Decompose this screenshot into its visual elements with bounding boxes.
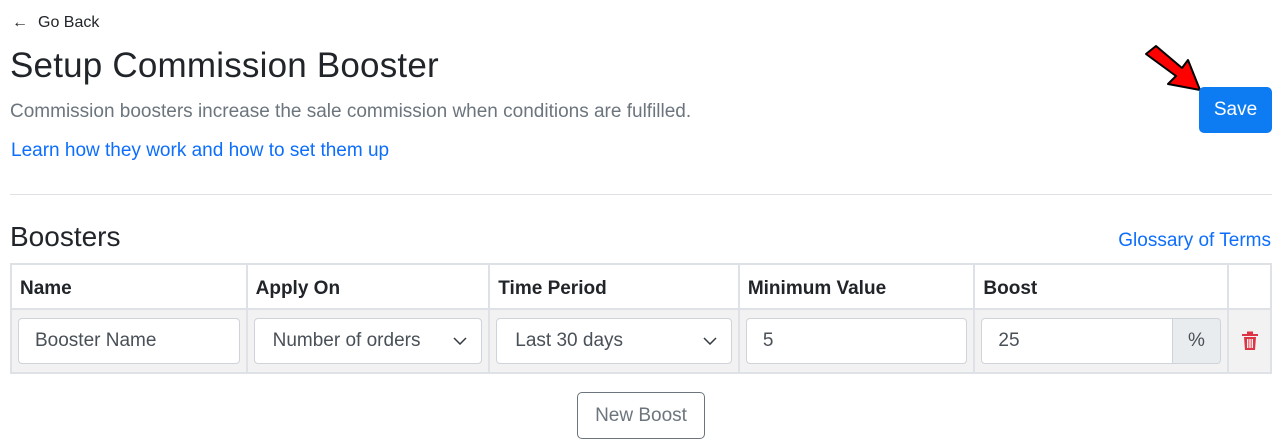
boost-input[interactable]: 25 bbox=[981, 318, 1173, 364]
boost-value-text: 25 bbox=[998, 330, 1020, 351]
go-back-label: Go Back bbox=[38, 14, 100, 31]
booster-name-input[interactable]: Booster Name bbox=[18, 318, 240, 364]
divider bbox=[10, 194, 1272, 195]
column-header-time-period: Time Period bbox=[488, 263, 740, 310]
minimum-value-text: 5 bbox=[762, 330, 774, 351]
red-arrow-icon bbox=[1145, 45, 1201, 91]
learn-more-link[interactable]: Learn how they work and how to set them … bbox=[11, 140, 389, 162]
percent-addon: % bbox=[1173, 318, 1221, 364]
table-row: Booster Name Number of orders Last 30 da… bbox=[10, 308, 1272, 374]
boost-input-group: 25 % bbox=[981, 318, 1221, 364]
section-title: Boosters bbox=[10, 221, 121, 252]
page-title: Setup Commission Booster bbox=[10, 46, 439, 85]
column-header-name: Name bbox=[10, 263, 248, 310]
apply-on-value: Number of orders bbox=[272, 330, 421, 351]
column-header-minimum-value: Minimum Value bbox=[737, 263, 976, 310]
booster-name-placeholder: Booster Name bbox=[35, 330, 157, 351]
arrow-left-icon: ← bbox=[12, 14, 28, 31]
chevron-down-icon bbox=[453, 337, 467, 345]
glossary-link[interactable]: Glossary of Terms bbox=[1118, 230, 1271, 252]
minimum-value-input[interactable]: 5 bbox=[745, 318, 968, 364]
column-header-apply-on: Apply On bbox=[245, 263, 491, 310]
save-button[interactable]: Save bbox=[1199, 87, 1272, 133]
column-header-boost: Boost bbox=[973, 263, 1229, 310]
apply-on-select[interactable]: Number of orders bbox=[253, 318, 483, 364]
boosters-table: Name Apply On Time Period Minimum Value … bbox=[10, 263, 1272, 374]
column-header-actions bbox=[1227, 263, 1272, 310]
trash-icon[interactable] bbox=[1241, 331, 1259, 351]
go-back-link[interactable]: ← Go Back bbox=[12, 14, 99, 32]
new-boost-button[interactable]: New Boost bbox=[577, 392, 705, 439]
page-subtitle: Commission boosters increase the sale co… bbox=[10, 101, 692, 122]
chevron-down-icon bbox=[703, 337, 717, 345]
time-period-select[interactable]: Last 30 days bbox=[496, 318, 732, 364]
table-header-row: Name Apply On Time Period Minimum Value … bbox=[10, 263, 1272, 310]
time-period-value: Last 30 days bbox=[515, 330, 624, 351]
